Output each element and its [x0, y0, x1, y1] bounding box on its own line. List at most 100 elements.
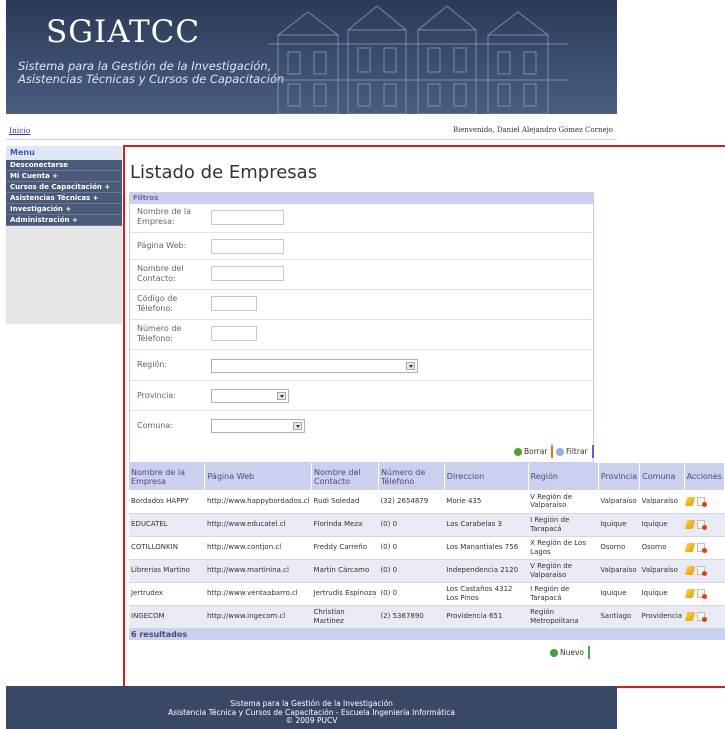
results-count: 6 resultados: [129, 628, 725, 640]
col-header-commune[interactable]: Comuna: [639, 463, 685, 490]
col-header-actions: Acciones: [684, 463, 725, 490]
col-header-contact[interactable]: Nombre del Contacto: [311, 463, 379, 490]
cell-website: http://www.contjon.cl: [204, 536, 312, 560]
page-title: Listado de Empresas: [130, 162, 318, 183]
delete-icon[interactable]: [697, 589, 708, 599]
sidebar-menu: Menu Desconectarse Mi Cuenta + Cursos de…: [6, 146, 122, 324]
edit-icon[interactable]: [684, 543, 696, 552]
province-label: Provincia:: [137, 391, 176, 400]
cell-actions: [684, 490, 725, 514]
sidebar-item-training-courses[interactable]: Cursos de Capacitación +: [6, 182, 122, 193]
cell-province: Santiago: [598, 605, 640, 629]
sidebar-item-technical-assistance[interactable]: Asistencias Técnicas +: [6, 193, 122, 204]
cell-address: Las Carabelas 3: [444, 513, 529, 537]
table-row: COTILLONKIN http://www.contjon.cl Freddy C…: [129, 536, 725, 560]
cell-region: I Región de Tarapacá: [528, 513, 599, 537]
delete-icon[interactable]: [697, 566, 708, 576]
website-input[interactable]: [211, 239, 284, 254]
cell-phone: (2) 5367890: [378, 605, 445, 629]
region-select[interactable]: [211, 359, 418, 373]
cell-actions: [684, 605, 725, 629]
cell-address: Morie 435: [444, 490, 529, 514]
sidebar-item-logout[interactable]: Desconectarse: [6, 160, 122, 171]
filter-button[interactable]: Filtrar: [555, 445, 594, 458]
header-banner: SGIATCC Sistema para la Gestión de la In…: [6, 0, 617, 114]
delete-icon[interactable]: [697, 543, 708, 553]
cell-province: Iquique: [598, 582, 640, 606]
cell-company: Jertrudex: [129, 582, 205, 606]
phone-code-label: Código de Télefono:: [137, 294, 178, 313]
cell-commune: Valparaíso: [639, 490, 685, 514]
sidebar-item-my-account[interactable]: Mi Cuenta +: [6, 171, 122, 182]
cell-website: http://www.ingecom.cl: [204, 605, 312, 629]
cell-contact: Jertrudis Espinoza: [311, 582, 379, 606]
edit-icon[interactable]: [684, 520, 696, 529]
contact-input[interactable]: [211, 266, 284, 281]
footer: Sistema para la Gestión de la Investigac…: [6, 686, 617, 729]
cell-phone: (32) 2654879: [378, 490, 445, 514]
top-strip: Inicio Bienvenido, Daniel Alejandro Góme…: [6, 122, 617, 140]
new-button-bar: Nuevo: [129, 640, 725, 665]
cell-contact: Florinda Meza: [311, 513, 379, 537]
cell-province: Iquique: [598, 513, 640, 537]
phone-number-input[interactable]: [211, 326, 257, 341]
filter-row-province: Provincia:: [130, 381, 593, 411]
col-header-company[interactable]: Nombre de la Empresa: [129, 463, 206, 490]
cell-province: Valparaíso: [598, 559, 640, 583]
cell-actions: [684, 536, 725, 560]
cell-company: COTILLONKIN: [129, 536, 205, 560]
col-header-address[interactable]: Direccion: [444, 463, 529, 490]
col-header-website[interactable]: Página Web: [204, 463, 313, 490]
new-button[interactable]: Nuevo: [549, 646, 591, 659]
delete-icon[interactable]: [697, 520, 708, 530]
filter-row-phone-code: Código de Télefono:: [130, 290, 593, 320]
companies-table: Nombre de la Empresa Página Web Nombre d…: [129, 463, 725, 640]
clear-button[interactable]: Borrar: [513, 445, 554, 458]
cell-province: Valparaíso: [598, 490, 640, 514]
cell-website: http://www.happybordados.cl: [204, 490, 312, 514]
sidebar-item-research[interactable]: Investigación +: [6, 204, 122, 215]
cell-actions: [684, 513, 725, 537]
cell-contact: Christian Martínez: [311, 605, 379, 629]
commune-label: Comuna:: [137, 421, 174, 430]
app-subtitle: Sistema para la Gestión de la Investigac…: [18, 60, 284, 86]
cell-actions: [684, 559, 725, 583]
cell-phone: (0) 0: [378, 513, 445, 537]
sidebar-item-administration[interactable]: Administración +: [6, 215, 122, 226]
phone-number-label: Número de Télefono:: [137, 324, 182, 343]
province-select[interactable]: [211, 389, 289, 403]
delete-icon[interactable]: [697, 496, 708, 507]
company-name-input[interactable]: [211, 210, 284, 225]
table-row: Jertrudex http://www.ventaabarro.cl Jertru…: [129, 582, 725, 606]
edit-icon[interactable]: [684, 589, 696, 598]
filter-button-bar: Borrar Filtrar: [130, 440, 594, 462]
home-link[interactable]: Inicio: [9, 126, 30, 135]
chevron-down-icon: [293, 422, 302, 430]
cell-commune: Osorno: [639, 536, 685, 560]
edit-icon[interactable]: [684, 612, 696, 621]
refresh-icon: [514, 448, 522, 456]
cell-company: Bordados HAPPY: [129, 490, 205, 514]
cell-website: http://www.martinina.cl: [204, 559, 312, 583]
filter-row-contact: Nombre del Contacto:: [130, 260, 593, 290]
col-header-province[interactable]: Provincia: [598, 463, 641, 490]
cell-actions: [684, 582, 725, 606]
cell-company: INGECOM: [129, 605, 205, 629]
commune-select[interactable]: [211, 419, 305, 433]
edit-icon[interactable]: [684, 566, 696, 575]
col-header-phone[interactable]: Número de Télefono: [378, 463, 445, 490]
table-row: Librerias Martino http://www.martinina.cl…: [129, 559, 725, 583]
clear-button-accent: [551, 445, 554, 458]
table-row: EDUCATEL http://www.educatel.cl Florinda M…: [129, 513, 725, 537]
filters-panel: Filtros Nombre de la Empresa: Página Web…: [129, 192, 594, 463]
filter-row-website: Página Web:: [130, 233, 593, 260]
cell-contact: Martín Cárcamo: [311, 559, 379, 583]
col-header-region[interactable]: Región: [528, 463, 599, 490]
phone-code-input[interactable]: [211, 296, 257, 311]
edit-icon[interactable]: [684, 496, 696, 506]
add-icon: [550, 649, 558, 657]
cell-region: Región Metropolitana: [528, 605, 599, 629]
chevron-down-icon: [277, 392, 286, 400]
cell-website: http://www.educatel.cl: [204, 513, 312, 537]
delete-icon[interactable]: [697, 612, 708, 622]
